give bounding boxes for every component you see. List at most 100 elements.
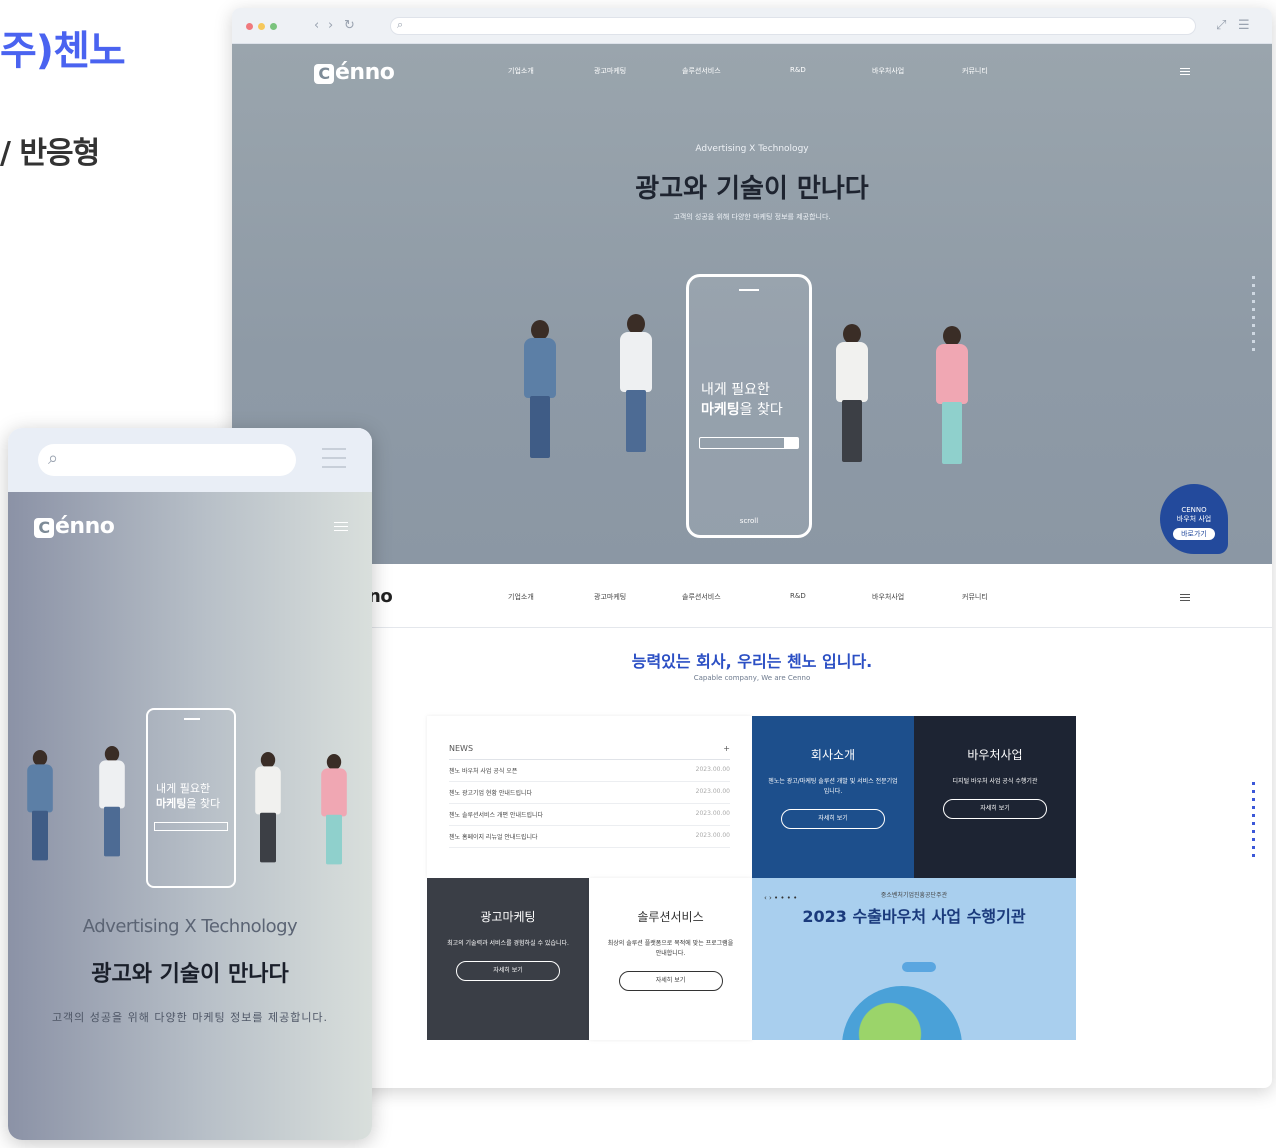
menu-icon[interactable]: ☰ xyxy=(1238,18,1250,33)
phone-headline-2: 마케팅을 찾다 xyxy=(701,402,783,418)
news-card: NEWS + 첸노 바우처 사업 공식 오픈 2023.00.00 첸노 광고기업 … xyxy=(427,716,752,878)
person-guitar-image xyxy=(24,750,56,861)
mobile-device: ⌕ Cénno 내게 필요한 마케팅을 찾다 Advertising X Tec… xyxy=(8,428,372,1140)
slide-pagination[interactable] xyxy=(1252,276,1255,356)
news-row[interactable]: 첸노 광고기업 현황 안내드립니다 2023.00.00 xyxy=(449,782,730,804)
sticky-nav: no 기업소개 광고마케팅 솔루션서비스 R&D 바우처사업 커뮤니티 xyxy=(232,564,1272,628)
mobile-description: 고객의 성공을 위해 다양한 마케팅 정보를 제공합니다. xyxy=(51,1011,329,1024)
voucher-card: 바우처사업 디지털 바우처 사업 공식 수행기관 자세히 보기 xyxy=(914,716,1076,878)
company-more-button[interactable]: 자세히 보기 xyxy=(781,809,885,829)
nav-item-company[interactable]: 기업소개 xyxy=(508,592,534,602)
news-row[interactable]: 첸노 솔루션서비스 개편 안내드립니다 2023.00.00 xyxy=(449,804,730,826)
slide-title: 주)첸노 xyxy=(0,28,126,74)
phone-headline-1: 내게 필요한 xyxy=(156,782,211,795)
person-laptop-image xyxy=(252,752,284,863)
badge-brand: CENNO xyxy=(1181,506,1207,514)
solution-card: 솔루션서비스 최상의 솔루션 플랫폼으로 목적에 맞는 프로그램을 안내합니다.… xyxy=(589,878,752,1040)
solution-card-desc: 최상의 솔루션 플랫폼으로 목적에 맞는 프로그램을 안내합니다. xyxy=(607,940,734,957)
hero-title: 광고와 기술이 만나다 xyxy=(635,174,869,204)
nav-item-community[interactable]: 커뮤니티 xyxy=(962,592,988,602)
hero-section: Cénno 기업소개 광고마케팅 솔루션서비스 R&D 바우처사업 커뮤니티 A… xyxy=(232,44,1272,564)
hero-description: 고객의 성공을 위해 다양한 마케팅 정보를 제공합니다. xyxy=(673,213,831,221)
voucher-card-title: 바우처사업 xyxy=(967,748,1023,762)
nav-item-community[interactable]: 커뮤니티 xyxy=(962,66,988,76)
nav-item-marketing[interactable]: 광고마케팅 xyxy=(594,592,626,602)
marketing-more-button[interactable]: 자세히 보기 xyxy=(456,961,560,981)
news-more-button[interactable]: + xyxy=(723,744,730,753)
phone-speaker xyxy=(184,718,200,720)
voucher-more-button[interactable]: 자세히 보기 xyxy=(943,799,1047,819)
solution-more-button[interactable]: 자세히 보기 xyxy=(618,971,723,991)
search-icon[interactable] xyxy=(784,438,798,448)
back-icon[interactable]: ‹ xyxy=(314,18,319,33)
section-subtitle: Capable company, We are Cenno xyxy=(693,674,811,682)
nav-item-rnd[interactable]: R&D xyxy=(790,592,806,600)
hamburger-icon[interactable] xyxy=(1180,68,1190,75)
mobile-title: 광고와 기술이 만나다 xyxy=(91,962,289,987)
search-icon: ⌕ xyxy=(48,448,59,469)
marketing-card-desc: 최고의 기술력과 서비스를 경험하실 수 있습니다. xyxy=(447,940,569,947)
browser-toolbar: ‹ › ↻ ⌕ ⤢ ☰ xyxy=(232,8,1272,44)
reload-icon[interactable]: ↻ xyxy=(344,18,355,33)
phone-search-input[interactable] xyxy=(154,822,228,831)
nav-item-voucher[interactable]: 바우처사업 xyxy=(872,66,904,76)
nav-item-voucher[interactable]: 바우처사업 xyxy=(872,592,904,602)
promo-pretitle: 중소벤처기업진흥공단주관 xyxy=(880,892,948,899)
hamburger-icon[interactable] xyxy=(1180,594,1190,601)
person-camera-image xyxy=(616,314,656,454)
mobile-eyebrow: Advertising X Technology xyxy=(82,916,298,937)
site-logo[interactable]: Cénno xyxy=(34,514,115,539)
airplane-illustration xyxy=(902,962,936,972)
slide-subtitle: / 반응형 xyxy=(0,136,100,171)
scroll-label: scroll xyxy=(739,517,759,525)
desktop-browser: ‹ › ↻ ⌕ ⤢ ☰ Cénno 기업소개 광고마케팅 솔루션서비스 R&D … xyxy=(232,8,1272,1088)
marketing-card-title: 광고마케팅 xyxy=(480,910,536,924)
mobile-hero: Cénno 내게 필요한 마케팅을 찾다 Advertising X Techn… xyxy=(8,492,372,1140)
mobile-hero-phone: 내게 필요한 마케팅을 찾다 xyxy=(146,708,236,888)
phone-headline-2: 마케팅을 찾다 xyxy=(156,797,221,810)
hero-eyebrow: Advertising X Technology xyxy=(695,144,809,154)
voucher-badge[interactable]: CENNO 바우처 사업 바로가기 xyxy=(1160,484,1228,554)
minimize-dot[interactable] xyxy=(258,23,265,30)
company-card: 회사소개 첸노는 광고/마케팅 솔루션 개발 및 서비스 전문기업 입니다. 자… xyxy=(752,716,914,878)
phone-speaker xyxy=(739,289,759,291)
badge-title: 바우처 사업 xyxy=(1176,515,1212,523)
close-dot[interactable] xyxy=(246,23,253,30)
nav-item-rnd[interactable]: R&D xyxy=(790,66,806,74)
nav-item-solution[interactable]: 솔루션서비스 xyxy=(682,66,721,76)
person-camera-image xyxy=(96,746,128,857)
solution-card-title: 솔루션서비스 xyxy=(637,910,704,924)
menu-icon[interactable] xyxy=(322,448,346,468)
company-card-title: 회사소개 xyxy=(810,748,856,762)
person-yoga-image xyxy=(318,754,350,865)
news-row[interactable]: 첸노 바우처 사업 공식 오픈 2023.00.00 xyxy=(449,760,730,782)
nav-item-solution[interactable]: 솔루션서비스 xyxy=(682,592,721,602)
section-pagination[interactable] xyxy=(1252,782,1255,862)
news-row[interactable]: 첸노 홈페이지 리뉴얼 안내드립니다 2023.00.00 xyxy=(449,826,730,848)
nav-item-company[interactable]: 기업소개 xyxy=(508,66,534,76)
globe-illustration xyxy=(842,986,962,1040)
badge-button[interactable]: 바로가기 xyxy=(1173,528,1215,540)
news-header: NEWS xyxy=(449,744,474,753)
mobile-search-input[interactable]: ⌕ xyxy=(38,444,296,476)
promo-title: 2023 수출바우처 사업 수행기관 xyxy=(802,907,1026,926)
url-bar[interactable]: ⌕ xyxy=(390,17,1196,35)
expand-icon[interactable]: ⤢ xyxy=(1216,18,1226,33)
promo-banner[interactable]: ‹ › • • • • 중소벤처기업진흥공단주관 2023 수출바우처 사업 수… xyxy=(752,878,1076,1040)
company-card-desc: 첸노는 광고/마케팅 솔루션 개발 및 서비스 전문기업 입니다. xyxy=(768,778,898,795)
promo-controls[interactable]: ‹ › • • • • xyxy=(764,894,797,902)
hamburger-icon[interactable] xyxy=(334,522,348,531)
mobile-browser-bar: ⌕ xyxy=(8,428,372,492)
hero-phone: 내게 필요한 마케팅을 찾다 scroll xyxy=(686,274,812,538)
site-logo[interactable]: Cénno xyxy=(314,60,395,85)
voucher-card-desc: 디지털 바우처 사업 공식 수행기관 xyxy=(952,778,1038,785)
person-guitar-image xyxy=(520,320,560,460)
search-icon: ⌕ xyxy=(397,18,404,31)
phone-search-input[interactable] xyxy=(699,437,799,449)
maximize-dot[interactable] xyxy=(270,23,277,30)
person-laptop-image xyxy=(832,324,872,464)
section-title: 능력있는 회사, 우리는 첸노 입니다. xyxy=(631,652,873,671)
forward-icon[interactable]: › xyxy=(328,18,333,33)
phone-headline-1: 내게 필요한 xyxy=(701,382,770,398)
nav-item-marketing[interactable]: 광고마케팅 xyxy=(594,66,626,76)
